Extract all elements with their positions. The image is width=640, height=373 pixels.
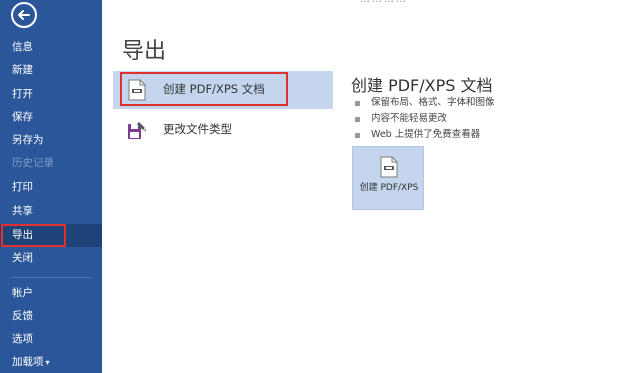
export-options-list: 创建 PDF/XPS 文档 更改文件类型: [113, 71, 333, 373]
top-partial-text: …………: [360, 0, 408, 5]
backstage-sidebar: 信息 新建 打开 保存 另存为 历史记录 打印 共享 导出 关闭 帐户 反馈 选…: [0, 0, 102, 373]
sidebar-item-new[interactable]: 新建: [0, 59, 102, 82]
bullet-item: 内容不能轻易更改: [355, 111, 495, 127]
sidebar-item-save[interactable]: 保存: [0, 106, 102, 129]
create-pdf-highlight-box: [120, 72, 288, 106]
create-pdf-xps-button[interactable]: 创建 PDF/XPS: [352, 146, 424, 210]
sidebar-item-addins[interactable]: 加载项 ▾: [0, 351, 102, 373]
detail-bullets: 保留布局、格式、字体和图像 内容不能轻易更改 Web 上提供了免费查看器: [355, 95, 495, 143]
detail-title: 创建 PDF/XPS 文档: [351, 76, 493, 95]
sidebar-item-share[interactable]: 共享: [0, 200, 102, 223]
bullet-item: 保留布局、格式、字体和图像: [355, 95, 495, 111]
sidebar-item-open[interactable]: 打开: [0, 83, 102, 106]
sidebar-item-account[interactable]: 帐户: [0, 282, 102, 305]
sidebar-item-info[interactable]: 信息: [0, 36, 102, 59]
caret-down-icon: ▾: [45, 358, 50, 367]
export-highlight-box: [1, 224, 66, 247]
option-label-change-type: 更改文件类型: [163, 122, 232, 136]
sidebar-item-addins-label: 加载项: [12, 356, 44, 368]
back-arrow-icon: [18, 10, 30, 20]
sidebar-item-close[interactable]: 关闭: [0, 247, 102, 270]
sidebar-item-feedback[interactable]: 反馈: [0, 305, 102, 328]
sidebar-item-print[interactable]: 打印: [0, 176, 102, 199]
sidebar-divider: [10, 277, 92, 278]
pdf-document-icon: [380, 156, 398, 178]
bullet-item: Web 上提供了免费查看器: [355, 127, 495, 143]
change-file-type-icon: [128, 122, 146, 139]
option-change-file-type[interactable]: 更改文件类型: [113, 111, 333, 149]
back-button[interactable]: [11, 2, 37, 28]
sidebar-item-options[interactable]: 选项: [0, 328, 102, 351]
sidebar-item-save-as[interactable]: 另存为: [0, 129, 102, 152]
create-pdf-xps-button-label: 创建 PDF/XPS: [359, 183, 419, 193]
page-title: 导出: [122, 39, 167, 64]
sidebar-item-history: 历史记录: [12, 157, 54, 169]
